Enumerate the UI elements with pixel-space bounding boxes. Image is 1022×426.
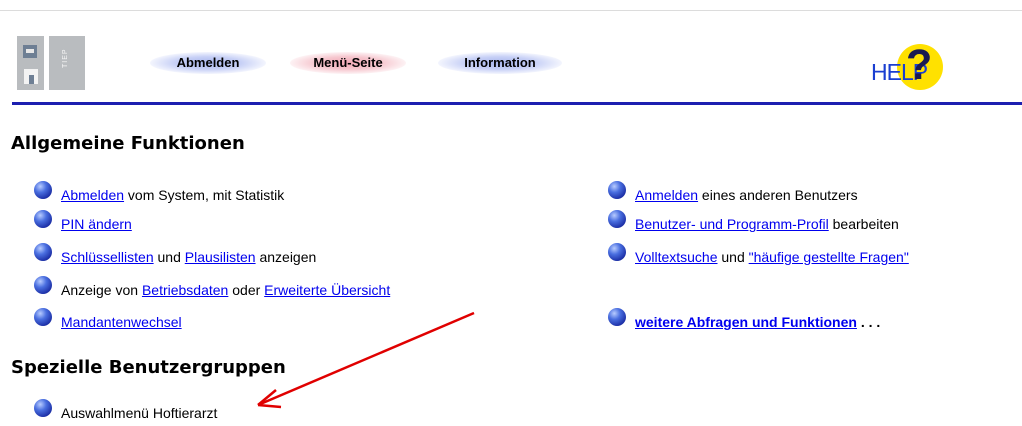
annotation-arrow-icon	[257, 311, 475, 409]
